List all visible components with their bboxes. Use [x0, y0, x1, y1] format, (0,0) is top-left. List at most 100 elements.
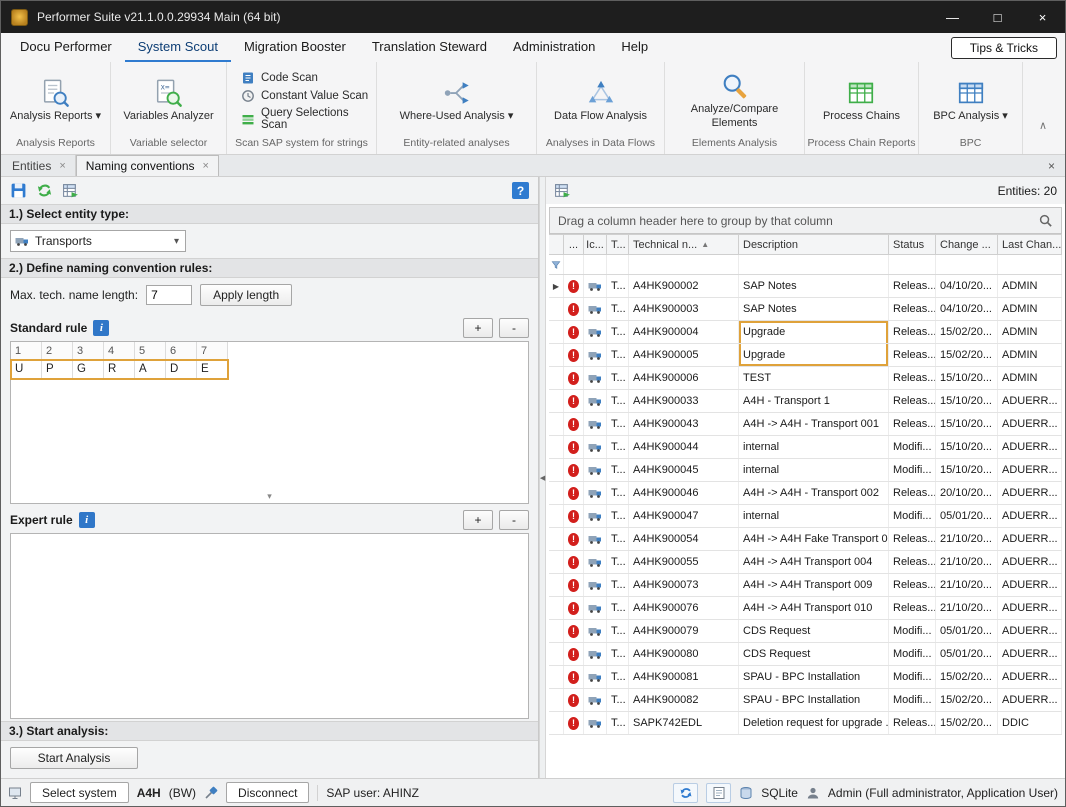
last-changed-by-cell[interactable]: ADMIN: [998, 344, 1062, 366]
table-row[interactable]: ! T... A4HK900073 A4H -> A4H Transport 0…: [549, 574, 1062, 597]
process-chains-button[interactable]: Process Chains: [821, 77, 902, 125]
group-by-bar[interactable]: Drag a column header here to group by th…: [549, 207, 1062, 234]
rule-column-header[interactable]: 4: [104, 342, 135, 360]
rule-letter-cell[interactable]: A: [135, 360, 166, 379]
row-expand-icon[interactable]: ▶: [553, 282, 559, 291]
last-changed-by-cell[interactable]: ADUERR...: [998, 528, 1062, 550]
type-cell[interactable]: T...: [607, 482, 629, 504]
rule-column-header[interactable]: 5: [135, 342, 166, 360]
status-cell[interactable]: Releas...: [889, 482, 936, 504]
description-cell[interactable]: internal: [739, 459, 889, 481]
status-cell[interactable]: Modifi...: [889, 643, 936, 665]
column-header-type[interactable]: T...: [607, 235, 629, 254]
type-cell[interactable]: T...: [607, 413, 629, 435]
type-cell[interactable]: T...: [607, 436, 629, 458]
change-date-cell[interactable]: 15/10/20...: [936, 459, 998, 481]
change-date-cell[interactable]: 15/02/20...: [936, 712, 998, 734]
panel-splitter[interactable]: ◀: [539, 177, 546, 778]
technical-name-cell[interactable]: SAPK742EDL: [629, 712, 739, 734]
help-icon[interactable]: ?: [512, 182, 529, 199]
info-icon[interactable]: i: [93, 320, 109, 336]
type-cell[interactable]: T...: [607, 505, 629, 527]
status-cell[interactable]: Releas...: [889, 321, 936, 343]
status-cell[interactable]: Modifi...: [889, 436, 936, 458]
search-icon[interactable]: [1038, 213, 1053, 228]
technical-name-cell[interactable]: A4HK900046: [629, 482, 739, 504]
change-date-cell[interactable]: 05/01/20...: [936, 620, 998, 642]
expert-rule-remove-button[interactable]: -: [499, 510, 529, 530]
technical-name-cell[interactable]: A4HK900043: [629, 413, 739, 435]
last-changed-by-cell[interactable]: ADMIN: [998, 367, 1062, 389]
description-cell[interactable]: CDS Request: [739, 620, 889, 642]
status-cell[interactable]: Releas...: [889, 298, 936, 320]
technical-name-cell[interactable]: A4HK900004: [629, 321, 739, 343]
status-cell[interactable]: Releas...: [889, 597, 936, 619]
change-date-cell[interactable]: 21/10/20...: [936, 551, 998, 573]
column-header-description[interactable]: Description: [739, 235, 889, 254]
status-cell[interactable]: Releas...: [889, 275, 936, 297]
description-cell[interactable]: A4H -> A4H Transport 009: [739, 574, 889, 596]
type-cell[interactable]: T...: [607, 597, 629, 619]
select-system-button[interactable]: Select system: [30, 782, 129, 803]
table-row[interactable]: ! T... A4HK900045 internal Modifi... 15/…: [549, 459, 1062, 482]
type-cell[interactable]: T...: [607, 298, 629, 320]
last-changed-by-cell[interactable]: ADMIN: [998, 275, 1062, 297]
type-cell[interactable]: T...: [607, 574, 629, 596]
rule-letter-cell[interactable]: D: [166, 360, 197, 379]
change-date-cell[interactable]: 20/10/20...: [936, 482, 998, 504]
table-row[interactable]: ! T... A4HK900005 Upgrade Releas... 15/0…: [549, 344, 1062, 367]
table-row[interactable]: ! T... A4HK900004 Upgrade Releas... 15/0…: [549, 321, 1062, 344]
status-cell[interactable]: Modifi...: [889, 666, 936, 688]
change-date-cell[interactable]: 05/01/20...: [936, 643, 998, 665]
last-changed-by-cell[interactable]: ADUERR...: [998, 551, 1062, 573]
status-cell[interactable]: Releas...: [889, 413, 936, 435]
last-changed-by-cell[interactable]: ADMIN: [998, 321, 1062, 343]
ribbon-tab-administration[interactable]: Administration: [500, 33, 608, 62]
table-row[interactable]: ▶ ! T... A4HK900002 SAP Notes Releas... …: [549, 275, 1062, 298]
technical-name-cell[interactable]: A4HK900003: [629, 298, 739, 320]
query-selections-scan-button[interactable]: Query Selections Scan: [241, 107, 372, 131]
status-cell[interactable]: Releas...: [889, 390, 936, 412]
entity-type-dropdown[interactable]: Transports ▾: [10, 230, 186, 252]
last-changed-by-cell[interactable]: ADUERR...: [998, 689, 1062, 711]
analyze-compare-elements-button[interactable]: Analyze/Compare Elements: [669, 70, 800, 132]
status-cell[interactable]: Releas...: [889, 574, 936, 596]
status-cell[interactable]: Releas...: [889, 367, 936, 389]
rule-letter-cell[interactable]: P: [42, 360, 73, 379]
table-row[interactable]: ! T... A4HK900080 CDS Request Modifi... …: [549, 643, 1062, 666]
status-cell[interactable]: Releas...: [889, 551, 936, 573]
table-row[interactable]: ! T... A4HK900081 SPAU - BPC Installatio…: [549, 666, 1062, 689]
description-cell[interactable]: A4H - Transport 1: [739, 390, 889, 412]
table-row[interactable]: ! T... SAPK742EDL Deletion request for u…: [549, 712, 1062, 735]
rule-column-header[interactable]: 1: [11, 342, 42, 360]
change-date-cell[interactable]: 15/10/20...: [936, 413, 998, 435]
constant-value-scan-button[interactable]: Constant Value Scan: [241, 89, 372, 103]
description-cell[interactable]: SAP Notes: [739, 275, 889, 297]
report-button[interactable]: [706, 783, 731, 803]
disconnect-button[interactable]: Disconnect: [226, 782, 309, 803]
table-row[interactable]: ! T... A4HK900006 TEST Releas... 15/10/2…: [549, 367, 1062, 390]
description-cell[interactable]: A4H -> A4H - Transport 002: [739, 482, 889, 504]
description-cell[interactable]: internal: [739, 436, 889, 458]
rule-column-header[interactable]: 6: [166, 342, 197, 360]
technical-name-cell[interactable]: A4HK900033: [629, 390, 739, 412]
technical-name-cell[interactable]: A4HK900045: [629, 459, 739, 481]
change-date-cell[interactable]: 15/02/20...: [936, 344, 998, 366]
tips-and-tricks-button[interactable]: Tips & Tricks: [951, 37, 1057, 59]
type-cell[interactable]: T...: [607, 344, 629, 366]
export-icon[interactable]: [554, 182, 571, 199]
tab-naming-conventions[interactable]: Naming conventions ×: [76, 155, 219, 176]
ribbon-tab-help[interactable]: Help: [608, 33, 661, 62]
last-changed-by-cell[interactable]: ADUERR...: [998, 574, 1062, 596]
type-cell[interactable]: T...: [607, 459, 629, 481]
info-icon[interactable]: i: [79, 512, 95, 528]
standard-rule-remove-button[interactable]: -: [499, 318, 529, 338]
status-cell[interactable]: Releas...: [889, 712, 936, 734]
status-cell[interactable]: Modifi...: [889, 689, 936, 711]
status-cell[interactable]: Modifi...: [889, 620, 936, 642]
rule-letter-cell[interactable]: R: [104, 360, 135, 379]
column-header-status[interactable]: Status: [889, 235, 936, 254]
table-row[interactable]: ! T... A4HK900003 SAP Notes Releas... 04…: [549, 298, 1062, 321]
tabbar-close-icon[interactable]: ×: [1038, 159, 1065, 173]
technical-name-cell[interactable]: A4HK900082: [629, 689, 739, 711]
